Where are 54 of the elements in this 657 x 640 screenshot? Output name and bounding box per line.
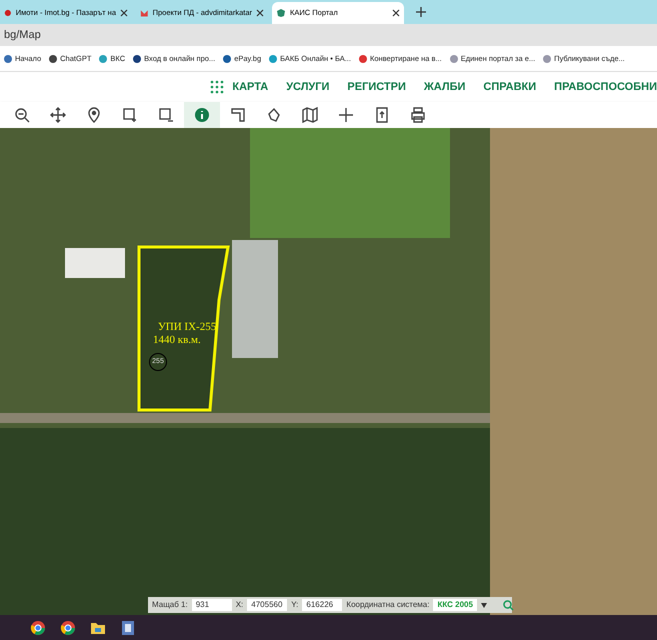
polygon-tool-icon: [266, 107, 282, 123]
parcel-outline[interactable]: [137, 245, 231, 412]
close-icon[interactable]: [256, 9, 264, 17]
input-field[interactable]: 4705560: [247, 599, 288, 611]
bookmark-icon: [133, 54, 142, 62]
location-pin-icon: [86, 107, 102, 123]
printer-icon: [410, 107, 426, 123]
input-field[interactable]: 616226: [302, 599, 342, 611]
move-arrows-icon: [50, 107, 66, 123]
new-tab-icon[interactable]: [416, 7, 426, 17]
nav-link[interactable]: КАРТА: [232, 78, 268, 96]
parcel-label: УПИ IX-255: [158, 320, 216, 335]
bookmark-icon: [99, 54, 108, 62]
field-label: X:: [236, 599, 244, 611]
bookmark-icon: [543, 54, 552, 62]
bookmark-icon: [358, 54, 367, 62]
nav-link[interactable]: РЕГИСТРИ: [347, 78, 406, 96]
site-favicon-icon: [4, 8, 12, 18]
zoom-out-icon: [14, 107, 30, 123]
close-icon[interactable]: [120, 9, 128, 17]
chrome-icon: [30, 620, 46, 636]
site-favicon-icon: [276, 8, 286, 18]
toolbar-button[interactable]: [184, 102, 220, 128]
bookmark-icon: [450, 54, 458, 62]
coordinate-system-dropdown[interactable]: ККС 2005: [433, 599, 477, 611]
bookmark-icon: [49, 54, 58, 62]
address-bar-url[interactable]: bg/Map: [4, 26, 41, 44]
input-field[interactable]: 931: [192, 599, 232, 611]
crosshair-icon: [338, 107, 354, 123]
nav-link[interactable]: УСЛУГИ: [286, 78, 330, 96]
nav-link[interactable]: ПРАВОСПОСОБНИ: [554, 78, 657, 96]
apps-grid-icon[interactable]: [210, 80, 224, 94]
building-roof: [65, 248, 125, 278]
rectangle-minus-icon: [158, 107, 174, 123]
chrome-icon: [60, 620, 76, 636]
document-export-icon: [374, 107, 390, 123]
site-favicon-icon: [140, 8, 149, 18]
search-icon[interactable]: [502, 600, 514, 610]
field-label: Координатна система:: [346, 599, 430, 611]
field-label: Y:: [291, 599, 298, 611]
field-label: Мащаб 1:: [152, 599, 188, 611]
rectangle-plus-icon: [122, 107, 138, 123]
measure-tool-icon: [230, 107, 246, 123]
bookmark-icon: [269, 54, 278, 62]
dropdown-caret-icon[interactable]: [480, 602, 487, 608]
document-icon: [120, 620, 136, 636]
bookmark-icon: [4, 54, 12, 62]
close-icon[interactable]: [392, 9, 400, 17]
bookmark-icon: [223, 54, 232, 62]
info-icon: [194, 107, 210, 123]
nav-link[interactable]: ЖАЛБИ: [424, 78, 466, 96]
nav-link[interactable]: СПРАВКИ: [483, 78, 536, 96]
folded-map-icon: [302, 107, 318, 123]
parcel-area: 1440 кв.м.: [153, 332, 201, 348]
